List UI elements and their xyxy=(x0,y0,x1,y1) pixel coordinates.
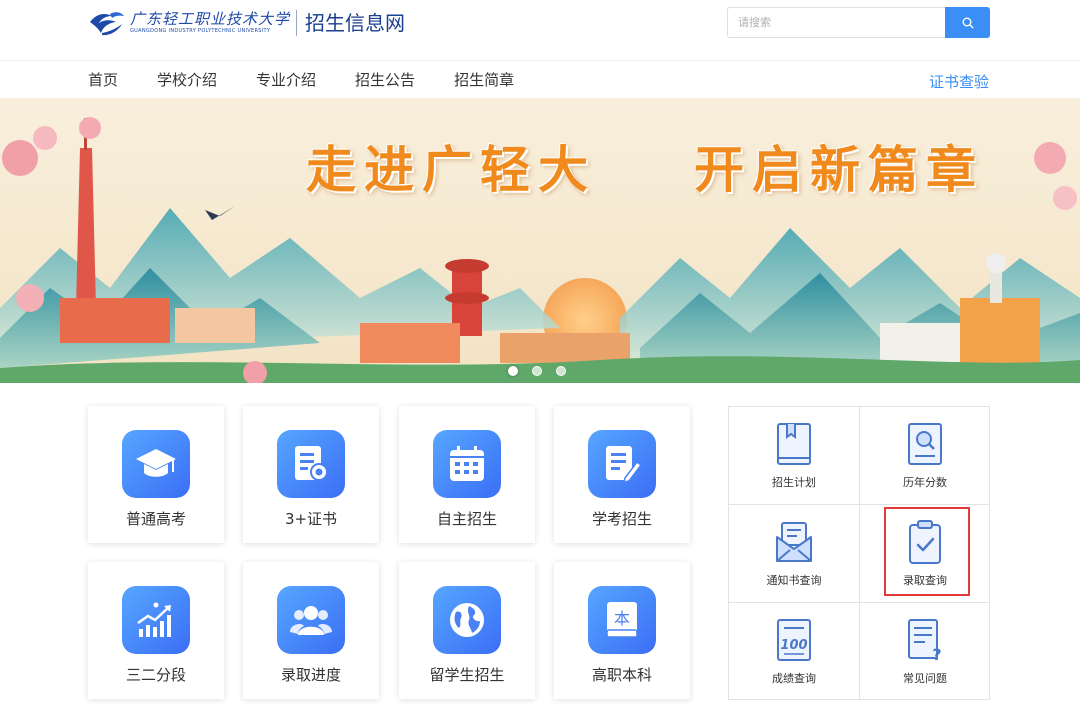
logo-chinese-name: 广东轻工职业技术大学 xyxy=(130,10,291,28)
nav-item-school-intro[interactable]: 学校介绍 xyxy=(157,69,217,91)
quick-link-label: 录取查询 xyxy=(903,574,947,587)
tile-international-students[interactable]: 留学生招生 xyxy=(399,562,535,699)
university-logo[interactable]: 广东轻工职业技术大学 GUANGDONG INDUSTRY POLYTECHNI… xyxy=(88,8,405,38)
nav-item-brochure[interactable]: 招生简章 xyxy=(454,69,514,91)
tile-general-exam[interactable]: 普通高考 xyxy=(88,406,224,543)
carousel-dot-3[interactable] xyxy=(556,366,566,376)
tile-independent-enrollment[interactable]: 自主招生 xyxy=(399,406,535,543)
carousel-dot-1[interactable] xyxy=(508,366,518,376)
tile-label: 普通高考 xyxy=(125,510,186,528)
logo-divider xyxy=(296,10,298,36)
quick-link-admission-query[interactable]: 录取查询 xyxy=(860,505,990,603)
quick-link-past-scores[interactable]: 历年分数 xyxy=(860,407,990,505)
quick-link-score-query[interactable]: 100 成绩查询 xyxy=(729,603,859,701)
nav-item-announcements[interactable]: 招生公告 xyxy=(355,69,415,91)
nav-item-home[interactable]: 首页 xyxy=(88,69,118,91)
tile-admission-progress[interactable]: 录取进度 xyxy=(243,562,379,699)
tile-label: 三二分段 xyxy=(125,666,186,684)
quick-link-admission-letter[interactable]: 通知书查询 xyxy=(729,505,859,603)
score-sheet-icon: 100 xyxy=(777,619,811,661)
top-header: 广东轻工职业技术大学 GUANGDONG INDUSTRY POLYTECHNI… xyxy=(0,0,1080,60)
book-icon: 本 xyxy=(588,586,656,654)
clipboard-check-icon xyxy=(909,520,941,564)
globe-icon xyxy=(433,586,501,654)
quick-link-label: 历年分数 xyxy=(903,476,947,489)
svg-text:本: 本 xyxy=(614,609,630,628)
question-document-icon: ? xyxy=(908,619,942,663)
tile-three-two-segment[interactable]: 三二分段 xyxy=(88,562,224,699)
hero-banner[interactable]: 走进广轻大 开启新篇章 xyxy=(0,98,1080,383)
carousel-dots xyxy=(508,366,566,376)
quick-link-label: 通知书查询 xyxy=(766,574,822,587)
quick-link-label: 常见问题 xyxy=(903,672,947,685)
tile-label: 录取进度 xyxy=(280,666,341,684)
main-nav: 首页 学校介绍 专业介绍 招生公告 招生简章 xyxy=(88,69,553,91)
tile-label: 留学生招生 xyxy=(429,666,505,684)
tile-label: 自主招生 xyxy=(436,510,497,528)
growth-chart-icon xyxy=(122,586,190,654)
quick-link-enrollment-plan[interactable]: 招生计划 xyxy=(729,407,859,505)
svg-text:100: 100 xyxy=(780,638,807,653)
swallow-emblem-icon xyxy=(90,12,124,36)
tile-three-plus-certificate[interactable]: 3+证书 xyxy=(243,406,379,543)
users-icon xyxy=(277,586,345,654)
edit-document-icon xyxy=(588,430,656,498)
envelope-icon xyxy=(776,522,812,562)
quick-link-label: 招生计划 xyxy=(772,476,816,489)
tile-label: 3+证书 xyxy=(284,510,338,528)
slogan-part-two: 开启新篇章 xyxy=(694,141,984,199)
svg-text:?: ? xyxy=(932,645,941,663)
banner-slogan: 走进广轻大 开启新篇章 xyxy=(0,130,1080,200)
search-icon xyxy=(962,17,974,29)
certificate-document-icon xyxy=(277,430,345,498)
tile-academic-test-enrollment[interactable]: 学考招生 xyxy=(554,406,690,543)
slogan-part-one: 走进广轻大 xyxy=(306,141,596,199)
tile-higher-vocational-undergraduate[interactable]: 本 高职本科 xyxy=(554,562,690,699)
main-nav-bar: 首页 学校介绍 专业介绍 招生公告 招生简章 证书查验 xyxy=(0,60,1080,98)
search-document-icon xyxy=(908,423,942,465)
nav-item-major-intro[interactable]: 专业介绍 xyxy=(256,69,316,91)
calendar-icon xyxy=(433,430,501,498)
search-input[interactable] xyxy=(727,7,945,38)
certificate-verify-link[interactable]: 证书查验 xyxy=(929,71,989,93)
logo-english-name: GUANGDONG INDUSTRY POLYTECHNIC UNIVERSIT… xyxy=(130,28,271,34)
graduation-cap-icon xyxy=(122,430,190,498)
quick-link-faq[interactable]: ? 常见问题 xyxy=(860,603,990,701)
quick-link-label: 成绩查询 xyxy=(772,672,816,685)
book-plan-icon xyxy=(777,423,811,465)
quick-links-panel: 招生计划 历年分数 通知书查询 录取查询 100 成绩查询 ? 常见问题 xyxy=(728,406,990,700)
tile-label: 高职本科 xyxy=(591,666,652,684)
carousel-dot-2[interactable] xyxy=(532,366,542,376)
tile-label: 学考招生 xyxy=(591,510,652,528)
search-button[interactable] xyxy=(945,7,990,38)
search-bar xyxy=(727,7,990,38)
site-title: 招生信息网 xyxy=(305,11,406,35)
